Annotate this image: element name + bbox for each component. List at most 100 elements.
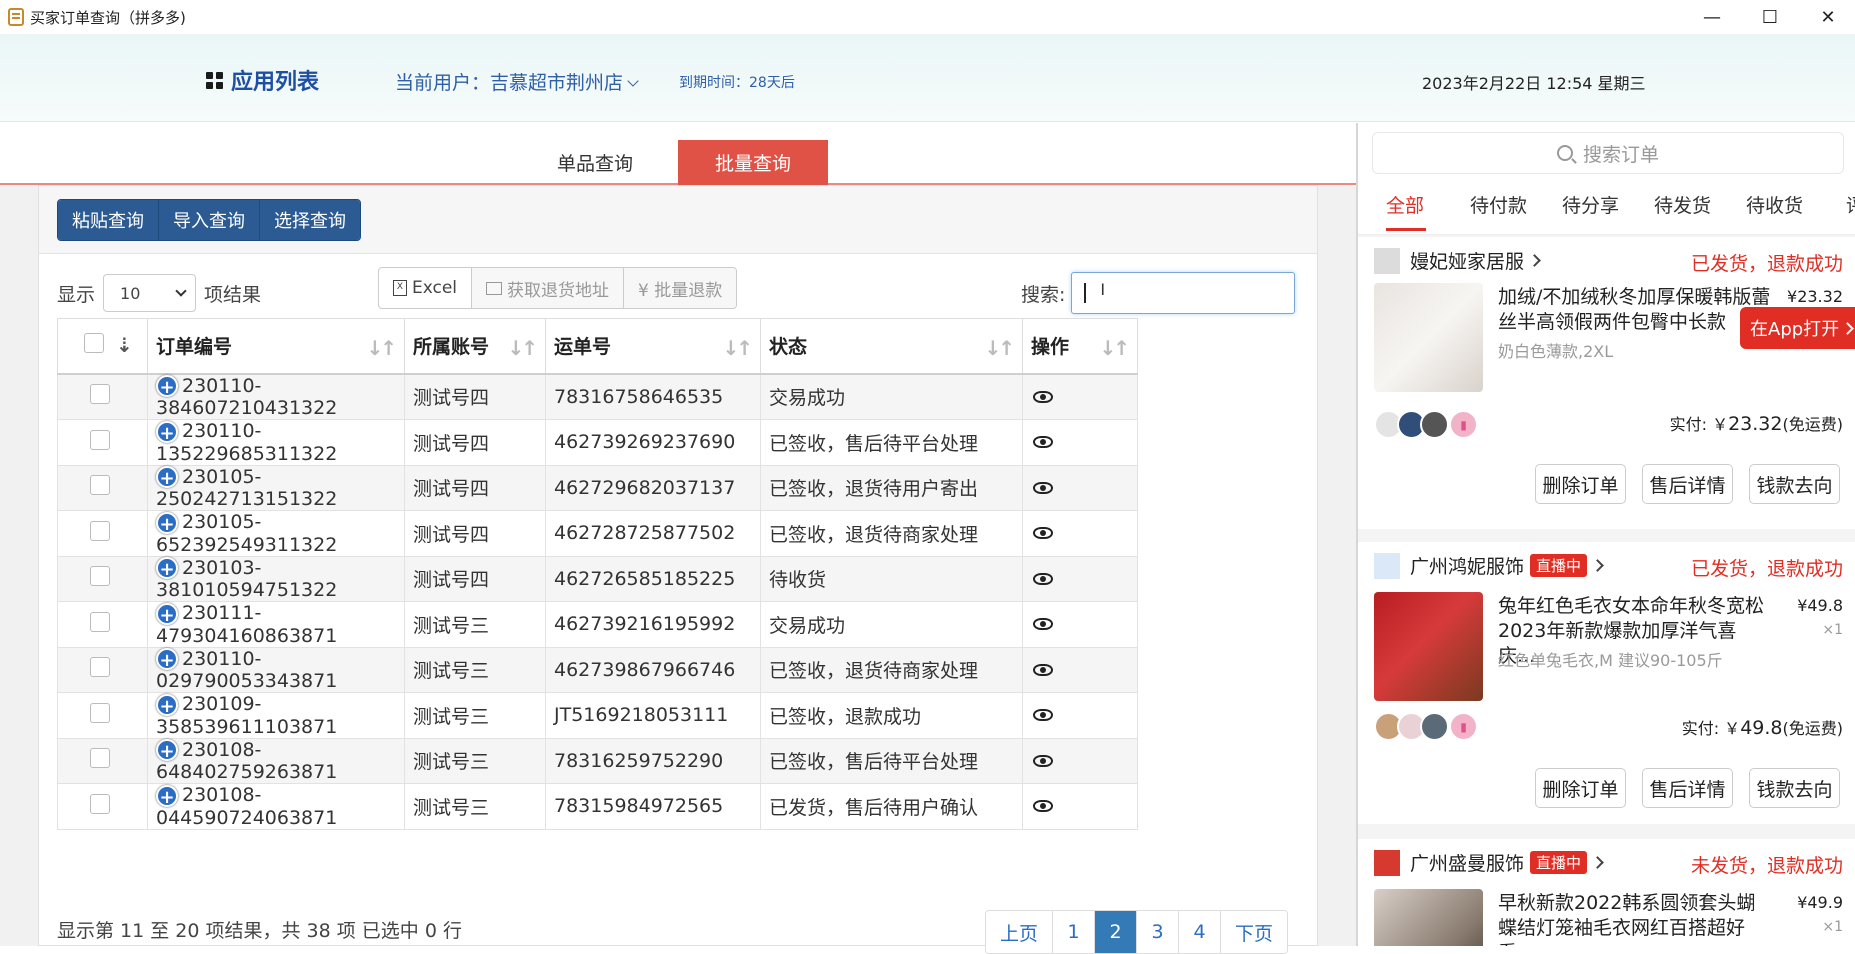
page-3[interactable]: 3 — [1137, 911, 1180, 953]
close-button[interactable]: ✕ — [1800, 0, 1855, 34]
header-action[interactable]: 操作 ↓↑ — [1022, 318, 1138, 375]
product-image[interactable] — [1374, 592, 1483, 701]
tab-single-query[interactable]: 单品查询 — [520, 140, 670, 185]
tab-batch-query[interactable]: 批量查询 — [678, 140, 828, 185]
get-return-address-button[interactable]: 获取退货地址 — [472, 268, 625, 308]
import-query-button[interactable]: 导入查询 — [159, 200, 260, 240]
header-status[interactable]: 状态 ↓↑ — [760, 318, 1023, 375]
expand-icon[interactable]: + — [156, 602, 178, 626]
active-tab-underline — [1386, 228, 1426, 231]
rtab-pending-share[interactable]: 待分享 — [1562, 191, 1619, 218]
batch-refund-button[interactable]: ¥ 批量退款 — [624, 268, 737, 308]
table-row[interactable]: +230109-358539611103871 测试号三 JT51692180531… — [57, 692, 1138, 739]
sort-desc-icon[interactable]: ⇣ — [116, 333, 133, 357]
table-info: 显示第 11 至 20 项结果，共 38 项 已选中 0 行 — [57, 920, 462, 942]
expand-icon[interactable]: + — [156, 784, 178, 808]
expand-icon[interactable]: + — [156, 648, 178, 671]
minimize-button[interactable]: — — [1684, 0, 1740, 34]
app-list-button[interactable]: 应用列表 — [206, 64, 319, 96]
eye-icon[interactable] — [1033, 390, 1053, 403]
table-row[interactable]: +230108-648402759263871 测试号三 7831625975229… — [57, 737, 1138, 784]
row-checkbox[interactable] — [90, 702, 110, 723]
shop-link[interactable]: 广州鸿妮服饰 直播中 — [1374, 552, 1604, 579]
page-prev[interactable]: 上页 — [986, 911, 1054, 953]
header-waybill[interactable]: 运单号 ↓↑ — [545, 318, 761, 375]
eye-icon[interactable] — [1033, 618, 1053, 631]
after-sale-detail-button[interactable]: 售后详情 — [1642, 768, 1733, 808]
open-in-app-button[interactable]: 在App打开 — [1740, 307, 1855, 349]
row-checkbox[interactable] — [90, 611, 110, 632]
rtab-pending-ship[interactable]: 待发货 — [1654, 191, 1711, 218]
money-flow-button[interactable]: 钱款去向 — [1749, 768, 1840, 808]
row-checkbox[interactable] — [90, 429, 110, 450]
eye-icon[interactable] — [1033, 800, 1053, 813]
table-row[interactable]: +230110-135229685311322 测试号四 4627392692376… — [57, 419, 1138, 466]
delete-order-button[interactable]: 删除订单 — [1535, 768, 1626, 808]
page-4[interactable]: 4 — [1179, 911, 1222, 953]
page-1[interactable]: 1 — [1053, 911, 1096, 953]
table-row[interactable]: +230105-652392549311322 测试号四 4627287258775… — [57, 510, 1138, 557]
expand-icon[interactable]: + — [156, 375, 178, 398]
expand-icon[interactable]: + — [156, 511, 178, 535]
table-row[interactable]: +230105-250242713151322 测试号四 4627296820371… — [57, 464, 1138, 511]
waybill-cell: 78316758646535 — [545, 373, 761, 420]
row-checkbox[interactable] — [90, 657, 110, 678]
table-search: 搜索: I — [1021, 272, 1296, 314]
page-next[interactable]: 下页 — [1221, 911, 1288, 953]
row-checkbox[interactable] — [90, 566, 110, 587]
expand-icon[interactable]: + — [156, 466, 178, 489]
eye-icon[interactable] — [1033, 709, 1053, 722]
eye-icon[interactable] — [1033, 527, 1053, 540]
table-row[interactable]: +230110-384607210431322 测试号四 7831675864653… — [57, 373, 1138, 420]
delete-order-button[interactable]: 删除订单 — [1535, 464, 1626, 504]
expand-icon[interactable]: + — [156, 693, 178, 717]
paste-query-button[interactable]: 粘贴查询 — [58, 200, 159, 240]
expand-icon[interactable]: + — [156, 420, 178, 444]
table-row[interactable]: +230103-381010594751322 测试号四 4627265851852… — [57, 555, 1138, 602]
order-no-cell: +230105-652392549311322 — [147, 510, 405, 557]
row-checkbox[interactable] — [90, 475, 110, 496]
eye-icon[interactable] — [1033, 481, 1053, 494]
row-checkbox[interactable] — [90, 793, 110, 814]
product-title[interactable]: 加绒/不加绒秋冬加厚保暖韩版蕾丝半高领假两件包臀中长款 — [1498, 285, 1773, 335]
select-all-checkbox[interactable] — [84, 333, 104, 354]
row-checkbox[interactable] — [90, 384, 110, 405]
row-checkbox[interactable] — [90, 748, 110, 769]
action-cell — [1022, 783, 1138, 830]
rtab-all[interactable]: 全部 — [1386, 191, 1424, 218]
header-account[interactable]: 所属账号 ↓↑ — [404, 318, 546, 375]
header-order-no[interactable]: 订单编号 ↓↑ — [147, 318, 405, 375]
page-2[interactable]: 2 — [1095, 911, 1138, 953]
select-query-button[interactable]: 选择查询 — [260, 200, 360, 240]
product-image[interactable] — [1374, 889, 1483, 946]
search-input[interactable]: I — [1071, 272, 1296, 314]
shop-link[interactable]: 广州盛曼服饰 直播中 — [1374, 849, 1604, 876]
rtab-pending-receive[interactable]: 待收货 — [1746, 191, 1803, 218]
eye-icon[interactable] — [1033, 663, 1053, 676]
eye-icon[interactable] — [1033, 754, 1053, 767]
window-titlebar: 买家订单查询（拼多多) — ☐ ✕ — [0, 0, 1855, 34]
expand-icon[interactable]: + — [156, 557, 178, 580]
status-cell: 已签收，退货待商家处理 — [760, 510, 1023, 557]
rtab-review[interactable]: 评 — [1846, 191, 1855, 218]
eye-icon[interactable] — [1033, 572, 1053, 585]
status-cell: 待收货 — [760, 555, 1023, 602]
rtab-pending-payment[interactable]: 待付款 — [1470, 191, 1527, 218]
product-title[interactable]: 早秋新款2022韩系圆领套头蝴蝶结灯笼袖毛衣网红百搭超好看... — [1498, 891, 1773, 946]
eye-icon[interactable] — [1033, 436, 1053, 449]
shop-link[interactable]: 嫚妃娅家居服 — [1374, 247, 1541, 274]
expand-icon[interactable]: + — [156, 739, 178, 762]
table-row[interactable]: +230110-029790053343871 测试号三 4627398679667… — [57, 646, 1138, 693]
page-length-select[interactable]: 10 — [103, 274, 197, 312]
maximize-button[interactable]: ☐ — [1742, 0, 1798, 34]
table-row[interactable]: +230111-479304160863871 测试号三 4627392161959… — [57, 601, 1138, 648]
table-row[interactable]: +230108-044590724063871 测试号三 7831598497256… — [57, 783, 1138, 830]
after-sale-detail-button[interactable]: 售后详情 — [1642, 464, 1733, 504]
row-checkbox[interactable] — [90, 520, 110, 541]
actual-paid-label: 实付: ￥ — [1669, 415, 1729, 434]
order-search-input[interactable]: 搜索订单 — [1372, 132, 1844, 174]
money-flow-button[interactable]: 钱款去向 — [1749, 464, 1840, 504]
product-image[interactable] — [1374, 283, 1483, 392]
current-user-dropdown[interactable]: 当前用户：吉慕超市荆州店 — [395, 68, 639, 95]
excel-button[interactable]: X Excel — [379, 268, 473, 308]
